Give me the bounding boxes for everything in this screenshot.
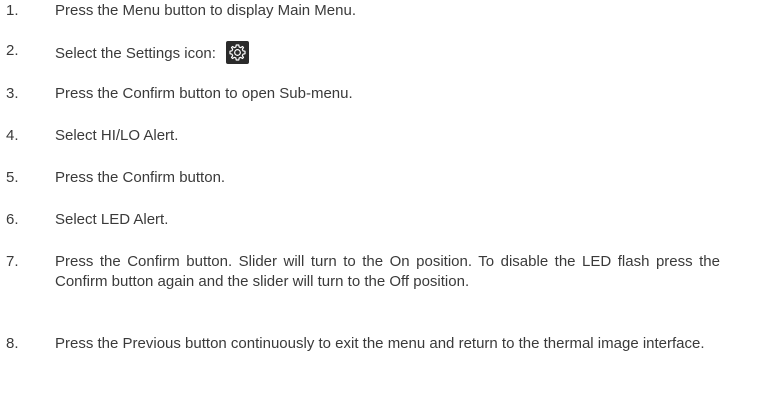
step-number: 6.	[6, 211, 19, 228]
step-text: Press the Confirm button. Slider will tu…	[55, 253, 720, 290]
settings-gear-icon	[226, 41, 250, 64]
step-text: Press the Menu button to display Main Me…	[55, 2, 356, 19]
step-number: 2.	[6, 42, 19, 59]
step-text: Select LED Alert.	[55, 211, 169, 228]
step-number: 1.	[6, 2, 19, 19]
step-text-with-icon: Select the Settings icon:	[55, 41, 720, 64]
step-number: 8.	[6, 335, 19, 352]
instruction-list: 1. Press the Menu button to display Main…	[0, 0, 765, 397]
step-text: Select HI/LO Alert.	[55, 127, 179, 144]
step-text: Press the Confirm button.	[55, 169, 226, 186]
step-number: 5.	[6, 169, 19, 186]
step-text: Press the Confirm button to open Sub-men…	[55, 85, 353, 102]
step-text: Press the Previous button continuously t…	[55, 335, 705, 352]
step-number: 4.	[6, 127, 19, 144]
step-text: Select the Settings icon:	[55, 45, 216, 62]
step-number: 3.	[6, 85, 19, 102]
step-number: 7.	[6, 253, 19, 270]
